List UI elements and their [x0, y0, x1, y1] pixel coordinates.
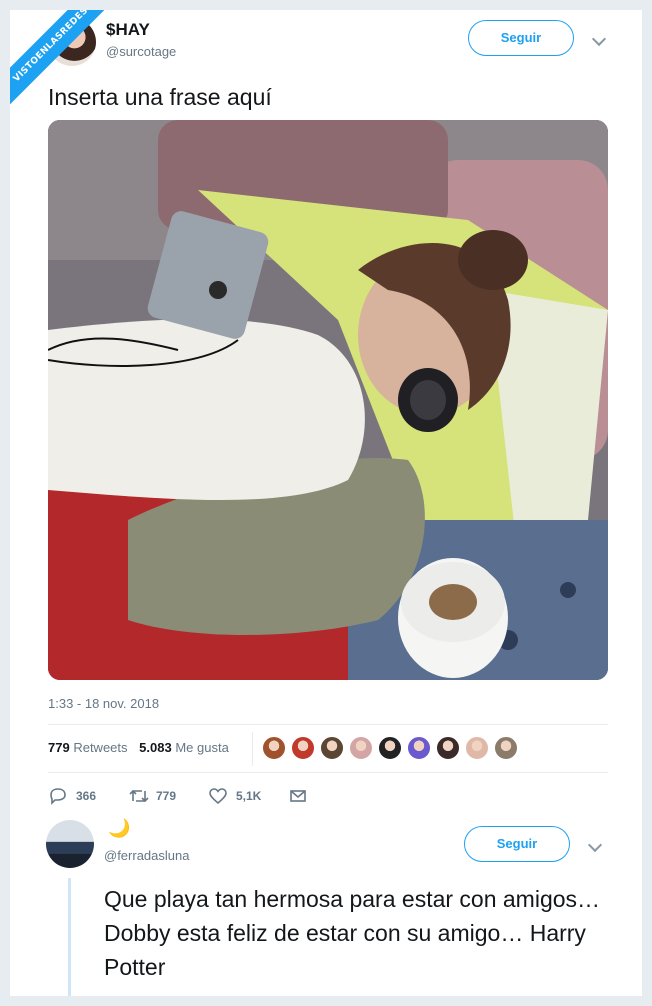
divider: [48, 724, 608, 725]
divider: [48, 772, 608, 773]
envelope-icon: [290, 790, 306, 802]
thread-line: [68, 878, 71, 996]
liker-avatar[interactable]: [494, 736, 518, 760]
liker-avatar[interactable]: [262, 736, 286, 760]
likes-stat[interactable]: 5.083 Me gusta: [139, 740, 229, 755]
reply-follow-button[interactable]: Seguir: [464, 826, 570, 862]
reply-text: Que playa tan hermosa para estar con ami…: [104, 886, 601, 980]
stats-separator: [252, 732, 253, 766]
liker-avatar[interactable]: [349, 736, 373, 760]
liker-avatar[interactable]: [378, 736, 402, 760]
chevron-down-icon[interactable]: [587, 837, 603, 853]
retweets-count: 779: [48, 740, 70, 755]
liker-avatar[interactable]: [320, 736, 344, 760]
user-handle[interactable]: @surcotage: [106, 44, 176, 59]
retweet-icon: [129, 789, 149, 803]
tweet-actions: 366 779 5,1K: [48, 786, 348, 808]
follow-button[interactable]: Seguir: [468, 20, 574, 56]
tweet-timestamp[interactable]: 1:33 - 18 nov. 2018: [48, 696, 159, 711]
reply-icon: [50, 788, 66, 805]
display-name[interactable]: $HAY: [106, 20, 150, 40]
reply-count: 366: [76, 789, 97, 803]
liker-avatar[interactable]: [465, 736, 489, 760]
photo-illustration: [48, 120, 608, 680]
likes-label: Me gusta: [175, 740, 229, 755]
likes-count: 5.083: [139, 740, 172, 755]
engagement-stats: 779 Retweets 5.083 Me gusta: [48, 740, 237, 755]
reply-user-handle[interactable]: @ferradasluna: [104, 848, 189, 863]
tweet-text: Inserta una frase aquí: [48, 84, 272, 110]
reply-avatar[interactable]: [46, 820, 94, 868]
retweets-label: Retweets: [73, 740, 128, 755]
like-count: 5,1K: [236, 789, 262, 803]
tweet-card: VISTOENLASREDES $HAY @surcotage Seguir I…: [10, 10, 642, 996]
retweets-stat[interactable]: 779 Retweets: [48, 740, 128, 755]
chevron-down-icon[interactable]: [591, 31, 607, 47]
heart-icon: [209, 788, 227, 805]
reply-display-name[interactable]: 🌙: [108, 818, 130, 839]
tweet-photo[interactable]: [48, 120, 608, 680]
retweet-count: 779: [156, 789, 177, 803]
liker-avatar[interactable]: [291, 736, 315, 760]
likers-avatars: [262, 736, 523, 762]
liker-avatar[interactable]: [407, 736, 431, 760]
liker-avatar[interactable]: [436, 736, 460, 760]
